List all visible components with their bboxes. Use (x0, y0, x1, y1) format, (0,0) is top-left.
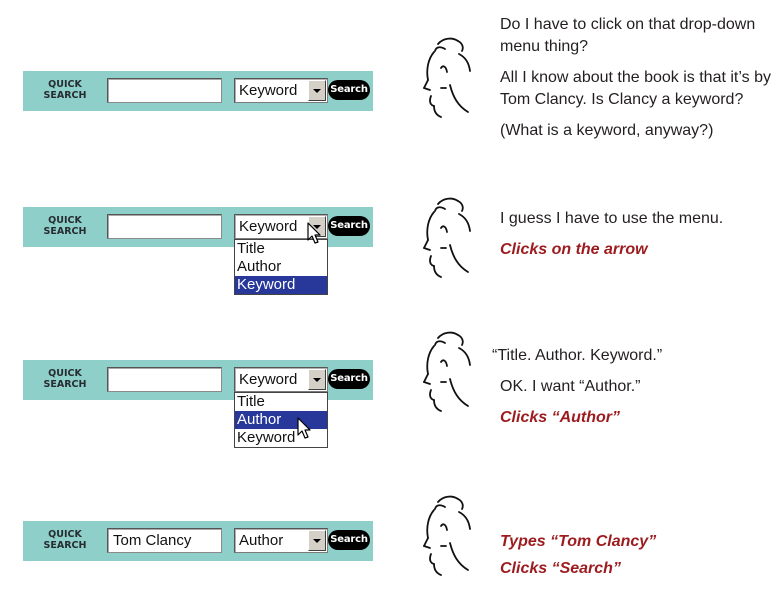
dialogue-line: Do I have to click on that drop-down men… (500, 16, 756, 55)
chevron-down-icon[interactable] (308, 80, 326, 101)
quick-search-label: QUICK SEARCH (41, 368, 89, 390)
search-input[interactable]: Tom Clancy (107, 528, 222, 553)
search-type-select[interactable]: Keyword (234, 78, 328, 103)
dialogue-block: Types “Tom Clancy” Clicks “Search” (500, 531, 775, 580)
chevron-down-icon[interactable] (308, 530, 326, 551)
dropdown-option-author[interactable]: Author (235, 411, 327, 429)
action-line: Clicks “Search” (500, 560, 621, 577)
face-icon (423, 495, 471, 576)
dropdown-option-keyword[interactable]: Keyword (235, 429, 327, 447)
quick-label: QUICK (48, 368, 82, 379)
quick-search-label: QUICK SEARCH (41, 215, 89, 237)
search-label: SEARCH (43, 226, 87, 237)
dialogue-block: Do I have to click on that drop-down men… (500, 14, 775, 151)
search-input[interactable] (107, 214, 222, 239)
face-icon (423, 197, 471, 278)
search-input[interactable] (107, 78, 222, 103)
action-line: Clicks “Author” (500, 409, 621, 426)
action-line: Clicks on the arrow (500, 241, 648, 258)
select-value: Keyword (239, 218, 298, 235)
search-input[interactable] (107, 367, 222, 392)
step-1-panel: QUICK SEARCH Keyword Search Do I have to… (0, 0, 775, 180)
search-button[interactable]: Search (328, 530, 370, 550)
dialogue-line: All I know about the book is that it’s b… (500, 69, 771, 108)
step-3-panel: QUICK SEARCH Keyword Search Title Author… (0, 310, 775, 460)
face-icon (423, 37, 471, 118)
search-button[interactable]: Search (328, 369, 370, 389)
dialogue-line: (What is a keyword, anyway?) (500, 122, 714, 139)
action-line: Types “Tom Clancy” (500, 533, 657, 550)
step-2-panel: QUICK SEARCH Keyword Search Title Author… (0, 180, 775, 310)
quick-label: QUICK (48, 215, 82, 226)
chevron-down-icon[interactable] (308, 369, 326, 390)
select-value: Author (239, 532, 284, 549)
quick-search-label: QUICK SEARCH (41, 529, 89, 551)
dialogue-block: “Title. Author. Keyword.” OK. I want “Au… (492, 345, 767, 434)
dropdown-menu: Title Author Keyword (234, 392, 328, 448)
quick-search-label: QUICK SEARCH (41, 79, 89, 101)
quick-search-bar: QUICK SEARCH Keyword Search Title Author… (23, 207, 373, 295)
search-button[interactable]: Search (328, 80, 370, 100)
dialogue-line: “Title. Author. Keyword.” (492, 347, 663, 364)
dropdown-menu: Title Author Keyword (234, 239, 328, 295)
search-label: SEARCH (43, 90, 87, 101)
search-type-select[interactable]: Author (234, 528, 328, 553)
dropdown-option-title[interactable]: Title (235, 393, 327, 411)
search-label: SEARCH (43, 540, 87, 551)
quick-label: QUICK (48, 529, 82, 540)
select-value: Keyword (239, 371, 298, 388)
search-button[interactable]: Search (328, 216, 370, 236)
mouse-pointer-icon (307, 222, 321, 244)
quick-search-bar: QUICK SEARCH Keyword Search (23, 71, 373, 111)
quick-search-bar: QUICK SEARCH Keyword Search Title Author… (23, 360, 373, 448)
face-icon (423, 331, 471, 412)
dialogue-line: I guess I have to use the menu. (500, 210, 724, 227)
dialogue-block: I guess I have to use the menu. Clicks o… (500, 208, 775, 266)
select-value: Keyword (239, 82, 298, 99)
quick-search-bar: QUICK SEARCH Tom Clancy Author Search (23, 521, 373, 561)
mouse-pointer-icon (297, 417, 311, 439)
search-type-select[interactable]: Keyword (234, 367, 328, 392)
quick-label: QUICK (48, 79, 82, 90)
step-4-panel: QUICK SEARCH Tom Clancy Author Search Ty… (0, 460, 775, 602)
dropdown-option-keyword[interactable]: Keyword (235, 276, 327, 294)
dropdown-option-author[interactable]: Author (235, 258, 327, 276)
dialogue-line: OK. I want “Author.” (500, 378, 641, 395)
search-label: SEARCH (43, 379, 87, 390)
